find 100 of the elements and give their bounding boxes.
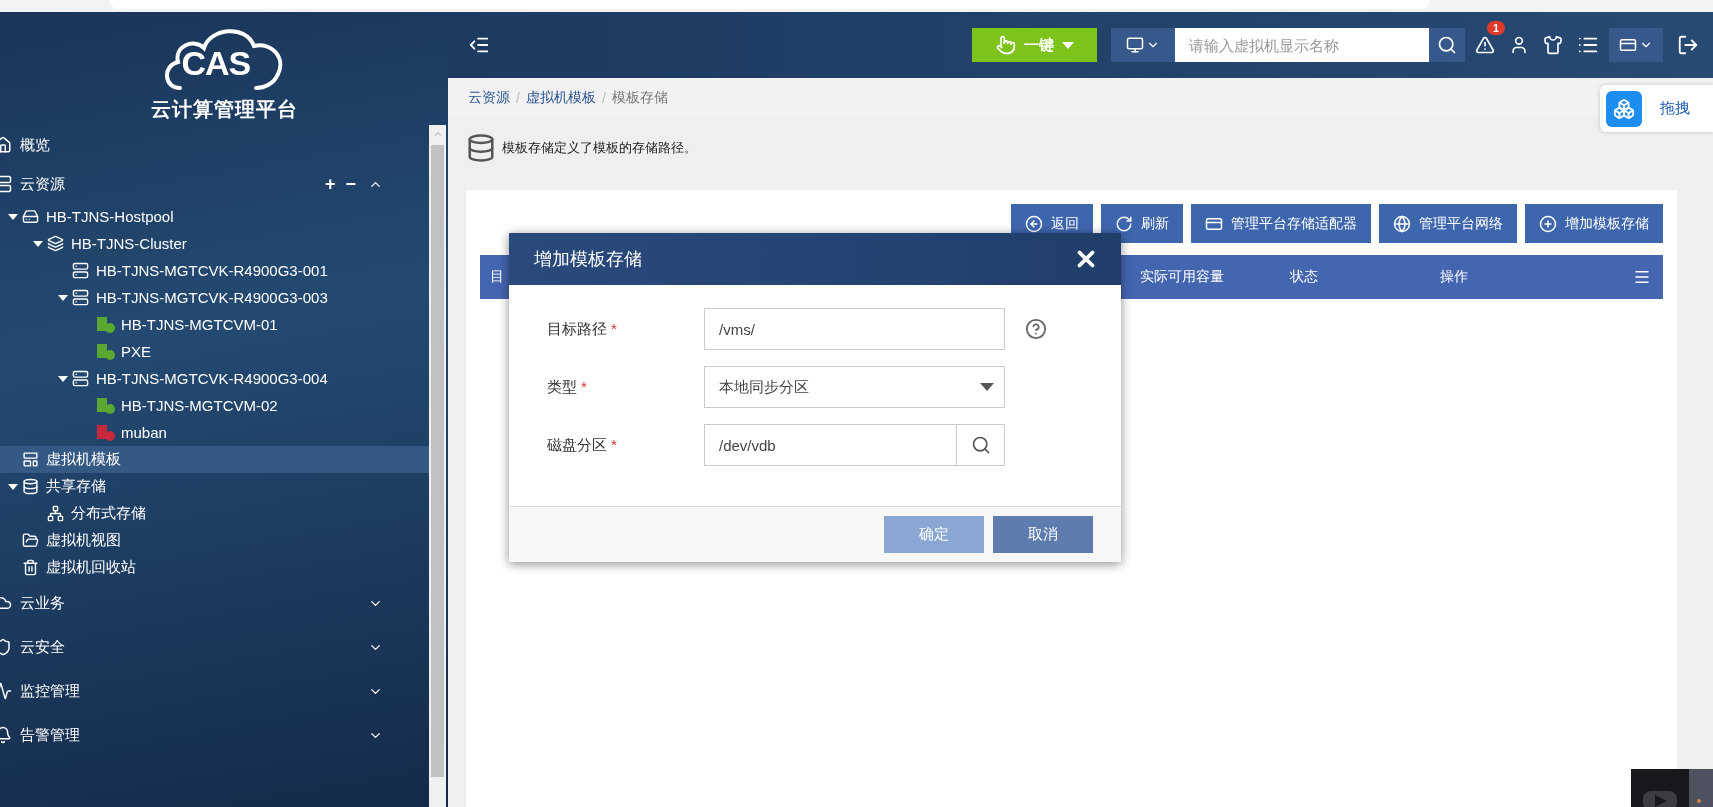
description-text: 模板存储定义了模板的存储路径。 xyxy=(502,139,697,157)
search-field[interactable]: 请输入虚拟机显示名称 xyxy=(1175,28,1429,62)
globe-icon xyxy=(1393,214,1411,233)
nav-section[interactable]: 概览 xyxy=(0,125,429,165)
card-icon xyxy=(1619,36,1637,54)
tree-label: 共享存储 xyxy=(46,477,106,496)
back-icon xyxy=(1025,214,1043,233)
column-menu-icon[interactable] xyxy=(1633,268,1651,286)
add-control[interactable]: + xyxy=(324,173,336,195)
tree-label: HB-TJNS-MGTCVK-R4900G3-003 xyxy=(96,289,328,306)
trash-icon xyxy=(22,559,39,576)
input-field[interactable]: /dev/vdb xyxy=(704,424,957,466)
toolbar-button[interactable]: 刷新 xyxy=(1101,204,1183,243)
caret-icon xyxy=(980,383,994,391)
nav-section[interactable]: 告警管理 xyxy=(0,713,429,757)
drag-tab[interactable]: 拖拽 xyxy=(1600,85,1713,132)
tree-label: 虚拟机视图 xyxy=(46,531,121,550)
vm-type-dropdown[interactable] xyxy=(1111,28,1175,62)
tree-item[interactable]: 共享存储 xyxy=(0,473,429,500)
caret-icon[interactable] xyxy=(8,483,18,490)
column-header[interactable]: 实际可用容量 xyxy=(1130,268,1280,286)
host-pool-icon xyxy=(22,208,39,225)
search-button[interactable] xyxy=(957,424,1005,466)
column-header[interactable]: 操作 xyxy=(1430,268,1633,286)
field-label: 磁盘分区 xyxy=(547,435,607,453)
caret-icon xyxy=(1061,41,1074,49)
alert-icon[interactable] xyxy=(1475,35,1495,55)
section-label: 云资源 xyxy=(20,174,66,194)
tree-label: PXE xyxy=(121,343,151,360)
tree-item[interactable]: 虚拟机模板 xyxy=(0,446,429,473)
tree-item[interactable]: PXE xyxy=(0,338,429,365)
tree-item[interactable]: HB-TJNS-MGTCVK-R4900G3-004 xyxy=(0,365,429,392)
tree-item[interactable]: muban xyxy=(0,419,429,446)
search-icon xyxy=(970,435,991,455)
breadcrumb-item[interactable]: 虚拟机模板 xyxy=(525,89,596,107)
tree-label: 虚拟机回收站 xyxy=(46,558,136,577)
tree-item[interactable]: HB-TJNS-MGTCVM-02 xyxy=(0,392,429,419)
caret-icon[interactable] xyxy=(58,294,68,301)
cluster-icon xyxy=(47,235,64,252)
tree-label: HB-TJNS-Hostpool xyxy=(46,208,174,225)
input-field[interactable]: /vms/ xyxy=(704,308,1005,350)
logout-icon[interactable] xyxy=(1677,34,1699,56)
tree-item[interactable]: HB-TJNS-Hostpool xyxy=(0,203,429,230)
column-header[interactable]: 状态 xyxy=(1280,268,1430,286)
add-icon xyxy=(1539,214,1557,233)
tree-label: HB-TJNS-MGTCVK-R4900G3-001 xyxy=(96,262,328,279)
alert-count: 1 xyxy=(1487,21,1506,35)
tree-label: 分布式存储 xyxy=(71,504,146,523)
required-mark: * xyxy=(611,435,617,453)
tree-item[interactable]: 虚拟机回收站 xyxy=(0,554,429,581)
shirt-icon[interactable] xyxy=(1543,35,1563,55)
tree-item[interactable]: HB-TJNS-MGTCVK-R4900G3-003 xyxy=(0,284,429,311)
platform-title: 云计算管理平台 xyxy=(151,97,298,122)
search-button[interactable] xyxy=(1429,28,1465,62)
nav-section[interactable]: 监控管理 xyxy=(0,669,429,713)
breadcrumb-separator: / xyxy=(601,90,606,106)
caret-icon[interactable] xyxy=(58,375,68,382)
breadcrumb-item: 模板存储 xyxy=(611,89,668,107)
section-label: 云业务 xyxy=(20,593,66,613)
dialog-title: 增加模板存储 xyxy=(534,248,642,271)
database-icon xyxy=(466,133,496,163)
required-mark: * xyxy=(581,377,587,395)
template-icon xyxy=(22,451,39,468)
refresh-icon xyxy=(1115,214,1133,233)
tree-item[interactable]: HB-TJNS-MGTCVM-01 xyxy=(0,311,429,338)
caret-icon[interactable] xyxy=(8,213,18,220)
help-icon[interactable] xyxy=(1025,318,1047,340)
section-label: 概览 xyxy=(20,135,51,155)
tree-label: HB-TJNS-MGTCVM-02 xyxy=(121,397,278,414)
breadcrumb-item[interactable]: 云资源 xyxy=(468,89,510,107)
server-icon xyxy=(72,370,89,387)
remove-control[interactable]: − xyxy=(345,173,356,195)
user-icon[interactable] xyxy=(1509,35,1529,55)
tree-item[interactable]: HB-TJNS-Cluster xyxy=(0,230,429,257)
nav-section[interactable]: 云资源 + − xyxy=(0,165,429,203)
tree-item[interactable]: HB-TJNS-MGTCVK-R4900G3-001 xyxy=(0,257,429,284)
breadcrumb-separator: / xyxy=(516,90,520,106)
dialog-button[interactable]: 取消 xyxy=(993,516,1093,553)
toolbar-button[interactable]: 增加模板存储 xyxy=(1525,204,1663,243)
tree-label: HB-TJNS-Cluster xyxy=(71,235,187,252)
toolbar-button[interactable]: 管理平台网络 xyxy=(1379,204,1517,243)
scrollbar[interactable] xyxy=(429,125,446,807)
pointer-icon xyxy=(995,35,1016,55)
nav-section[interactable]: 云业务 xyxy=(0,581,429,625)
tree-item[interactable]: 分布式存储 xyxy=(0,500,429,527)
nav-section[interactable]: 云安全 xyxy=(0,625,429,669)
field-label: 目标路径 xyxy=(547,319,607,337)
network-icon xyxy=(47,505,64,522)
section-label: 云安全 xyxy=(20,637,66,657)
search-icon xyxy=(1437,35,1457,55)
view-dropdown[interactable] xyxy=(1609,28,1663,62)
caret-icon[interactable] xyxy=(33,240,43,247)
type-select[interactable]: 本地同步分区 xyxy=(704,366,1005,408)
required-mark: * xyxy=(611,319,617,337)
tree-label: muban xyxy=(121,424,167,441)
field-label: 类型 xyxy=(547,377,577,395)
tree-item[interactable]: 虚拟机视图 xyxy=(0,527,429,554)
server-icon xyxy=(72,262,89,279)
toolbar-button[interactable]: 管理平台存储适配器 xyxy=(1191,204,1371,243)
section-label: 监控管理 xyxy=(20,681,81,701)
